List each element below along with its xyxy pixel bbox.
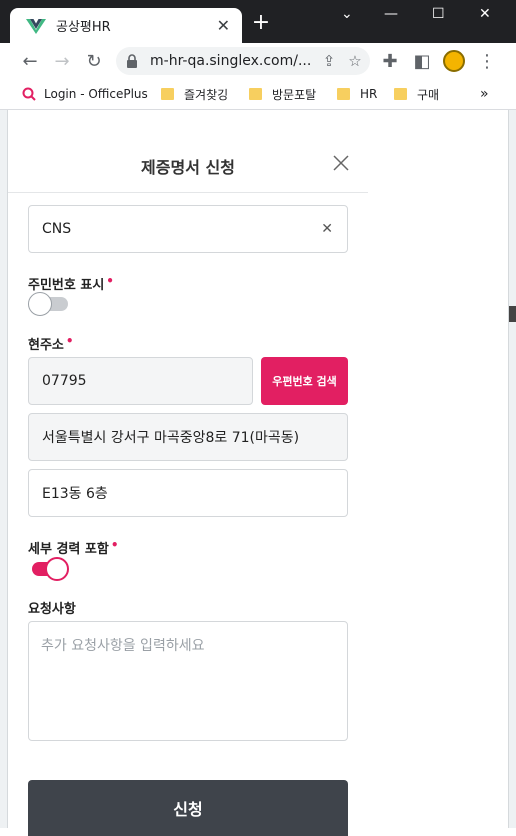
company-field[interactable]: CNS ✕ <box>28 205 348 253</box>
bookmark-folder[interactable]: 구매 <box>394 85 439 103</box>
share-icon[interactable]: ⇪ <box>318 52 340 70</box>
detail-career-toggle[interactable] <box>28 556 70 582</box>
bookmark-star-icon[interactable]: ☆ <box>344 52 366 70</box>
background-marker <box>509 306 516 322</box>
company-value: CNS <box>42 221 72 237</box>
browser-toolbar: ← → ↻ m-hr-qa.singlex.com/... ⇪ ☆ ✚ ◧ ⋮ <box>0 43 516 79</box>
bookmark-label: Login - OfficePlus <box>44 87 148 101</box>
clear-icon[interactable]: ✕ <box>321 221 333 237</box>
officeplus-icon <box>22 87 36 101</box>
detail-career-label: 세부 경력 포함 • <box>28 538 118 557</box>
zip-search-button[interactable]: 우편번호 검색 <box>261 357 348 405</box>
background-right-panel <box>508 110 516 828</box>
toggle-knob <box>45 557 69 581</box>
required-mark: • <box>110 538 119 552</box>
toggle-knob <box>28 292 52 316</box>
forward-icon[interactable]: → <box>51 50 73 72</box>
address-line2-field[interactable]: E13동 6층 <box>28 469 348 517</box>
tab-close-icon[interactable]: ✕ <box>217 16 230 35</box>
folder-icon <box>249 88 262 100</box>
popup-title: 제증명서 신청 <box>141 158 235 177</box>
folder-icon <box>394 88 407 100</box>
address-line1-field: 서울특별시 강서구 마곡중앙8로 71(마곡동) <box>28 413 348 461</box>
popup-header: 제증명서 신청 <box>8 110 368 193</box>
bookmark-folder[interactable]: 방문포탈 <box>249 85 316 103</box>
new-tab-icon[interactable]: + <box>251 12 271 34</box>
required-mark: • <box>65 334 74 348</box>
tab-search-icon[interactable]: ⌄ <box>341 6 353 22</box>
request-placeholder: 추가 요청사항을 입력하세요 <box>41 638 205 654</box>
address-line1-value: 서울특별시 강서구 마곡중앙8로 71(마곡동) <box>42 430 300 446</box>
folder-icon <box>337 88 350 100</box>
tab-strip: 공상평HR ✕ + ⌄ — ☐ ✕ <box>0 0 516 43</box>
background-left-panel <box>0 110 8 828</box>
address-bar[interactable]: m-hr-qa.singlex.com/... ⇪ ☆ <box>116 47 370 75</box>
url-text: m-hr-qa.singlex.com/... <box>150 53 312 69</box>
extensions-icon[interactable]: ✚ <box>379 50 401 72</box>
back-icon[interactable]: ← <box>19 50 41 72</box>
address-label-text: 현주소 <box>28 338 64 353</box>
menu-icon[interactable]: ⋮ <box>476 50 498 72</box>
browser-tab[interactable]: 공상평HR ✕ <box>10 8 242 43</box>
profile-avatar[interactable] <box>443 50 465 72</box>
reload-icon[interactable]: ↻ <box>83 50 105 72</box>
window-close-icon[interactable]: ✕ <box>479 6 491 22</box>
detail-career-label-text: 세부 경력 포함 <box>28 542 109 557</box>
bookmark-officeplus[interactable]: Login - OfficePlus <box>22 85 148 103</box>
address-line2-value: E13동 6층 <box>42 486 108 502</box>
more-bookmarks-icon[interactable]: » <box>480 85 489 103</box>
maximize-icon[interactable]: ☐ <box>432 6 445 22</box>
required-mark: • <box>106 274 114 288</box>
rrn-display-toggle[interactable] <box>28 291 70 317</box>
tab-title: 공상평HR <box>56 20 111 35</box>
request-label: 요청사항 <box>28 602 76 617</box>
folder-icon <box>161 88 174 100</box>
zip-code-field: 07795 <box>28 357 253 405</box>
side-panel-icon[interactable]: ◧ <box>411 50 433 72</box>
bookmark-label: HR <box>360 87 378 101</box>
vue-logo-icon <box>26 18 46 34</box>
zip-code-value: 07795 <box>42 373 87 389</box>
bookmarks-bar: Login - OfficePlus 즐겨찾깅 방문포탈 HR 구매 » <box>0 79 516 110</box>
lock-icon <box>127 54 137 68</box>
close-icon[interactable] <box>332 154 350 172</box>
address-label: 현주소 • <box>28 334 74 353</box>
bookmark-label: 즐겨찾깅 <box>184 87 229 102</box>
bookmark-folder[interactable]: HR <box>337 85 377 103</box>
minimize-icon[interactable]: — <box>384 6 398 22</box>
certificate-request-popup: 제증명서 신청 CNS ✕ 주민번호 표시 • 현주소 • 07795 우편번호 검… <box>8 110 508 836</box>
bookmark-label: 구매 <box>417 87 440 102</box>
bookmark-folder[interactable]: 즐겨찾깅 <box>161 85 228 103</box>
request-textarea[interactable]: 추가 요청사항을 입력하세요 <box>28 621 348 741</box>
bookmark-label: 방문포탈 <box>272 87 317 102</box>
